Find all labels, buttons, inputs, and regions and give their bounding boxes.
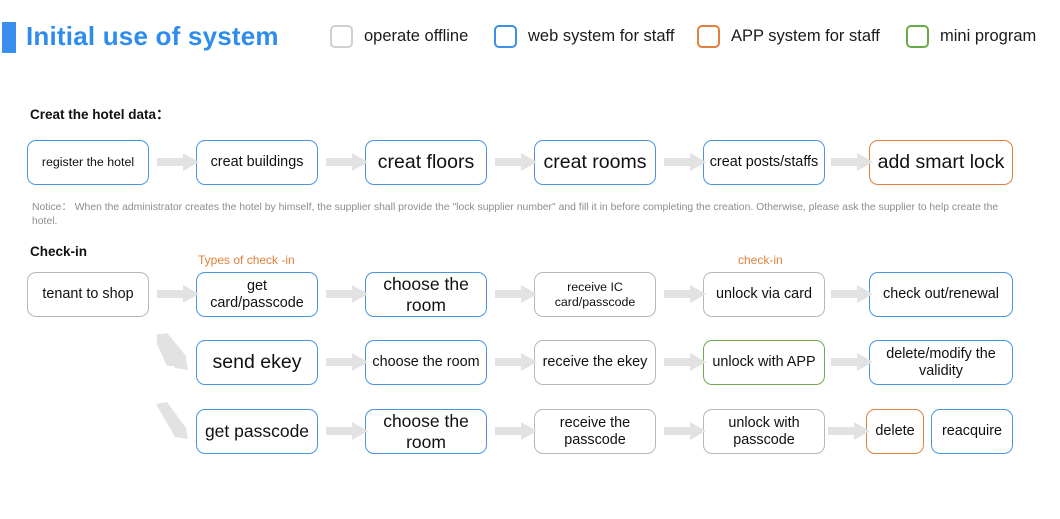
arrow-right-icon [326, 153, 368, 171]
arrow-right-icon [157, 153, 199, 171]
caption-types-of-checkin: Types of check -in [198, 253, 295, 267]
node-send-ekey[interactable]: send ekey [196, 340, 318, 385]
legend-checkbox-blue[interactable] [494, 25, 517, 48]
node-tenant-to-shop[interactable]: tenant to shop [27, 272, 149, 317]
node-creat-rooms[interactable]: creat rooms [534, 140, 656, 185]
node-unlock-with-passcode[interactable]: unlock with passcode [703, 409, 825, 454]
node-choose-the-room-row2[interactable]: choose the room [365, 340, 487, 385]
arrow-right-icon [664, 153, 706, 171]
arrow-right-icon [495, 353, 537, 371]
arrow-right-icon [495, 422, 537, 440]
node-receive-the-ekey[interactable]: receive the ekey [534, 340, 656, 385]
node-receive-the-passcode[interactable]: receive the passcode [534, 409, 656, 454]
arrow-diagonal-icon [155, 332, 189, 372]
section-title-checkin: Check-in [30, 244, 88, 259]
node-creat-buildings[interactable]: creat buildings [196, 140, 318, 185]
node-receive-ic-card-passcode[interactable]: receive IC card/passcode [534, 272, 656, 317]
node-check-out-renewal[interactable]: check out/renewal [869, 272, 1013, 317]
legend-label: operate offline [364, 27, 469, 45]
legend-item-web-system[interactable]: web system for staff [494, 25, 674, 48]
notice-text: Notice： When the administrator creates t… [32, 202, 999, 227]
arrow-right-icon [828, 422, 870, 440]
legend-label: APP system for staff [731, 27, 880, 45]
legend-label: mini program [940, 27, 1037, 45]
arrow-right-icon [664, 353, 706, 371]
arrow-right-icon [495, 153, 537, 171]
node-add-smart-lock[interactable]: add smart lock [869, 140, 1013, 185]
title-accent-bar [2, 22, 16, 53]
legend-checkbox-orange[interactable] [697, 25, 720, 48]
arrow-right-icon [157, 285, 199, 303]
legend-item-mini-program[interactable]: mini program [906, 25, 1036, 48]
node-get-passcode[interactable]: get passcode [196, 409, 318, 454]
arrow-right-icon [831, 353, 873, 371]
arrow-diagonal-icon [155, 401, 189, 441]
page-title: Initial use of system [26, 21, 279, 51]
legend-checkbox-green[interactable] [906, 25, 929, 48]
arrow-right-icon [664, 422, 706, 440]
page-header: Initial use of system operate offline we… [0, 0, 1060, 72]
node-get-card-passcode[interactable]: get card/passcode [196, 272, 318, 317]
node-creat-floors[interactable]: creat floors [365, 140, 487, 185]
node-delete[interactable]: delete [866, 409, 924, 454]
node-reacquire[interactable]: reacquire [931, 409, 1013, 454]
arrow-right-icon [326, 285, 368, 303]
caption-checkin: check-in [738, 253, 783, 267]
legend-label: web system for staff [528, 27, 675, 45]
arrow-right-icon [831, 285, 873, 303]
arrow-right-icon [831, 153, 873, 171]
legend-checkbox-gray[interactable] [330, 25, 353, 48]
node-register-the-hotel[interactable]: register the hotel [27, 140, 149, 185]
node-choose-the-room-row3[interactable]: choose the room [365, 409, 487, 454]
legend-item-operate-offline[interactable]: operate offline [330, 25, 468, 48]
node-choose-the-room-row1[interactable]: choose the room [365, 272, 487, 317]
section-title-hotel-data: Creat the hotel data： [30, 107, 170, 122]
arrow-right-icon [495, 285, 537, 303]
arrow-right-icon [326, 353, 368, 371]
node-unlock-via-card[interactable]: unlock via card [703, 272, 825, 317]
node-creat-posts-staffs[interactable]: creat posts/staffs [703, 140, 825, 185]
node-unlock-with-app[interactable]: unlock with APP [703, 340, 825, 385]
legend-item-app-system[interactable]: APP system for staff [697, 25, 880, 48]
arrow-right-icon [326, 422, 368, 440]
arrow-right-icon [664, 285, 706, 303]
node-delete-modify-the-validity[interactable]: delete/modify the validity [869, 340, 1013, 385]
